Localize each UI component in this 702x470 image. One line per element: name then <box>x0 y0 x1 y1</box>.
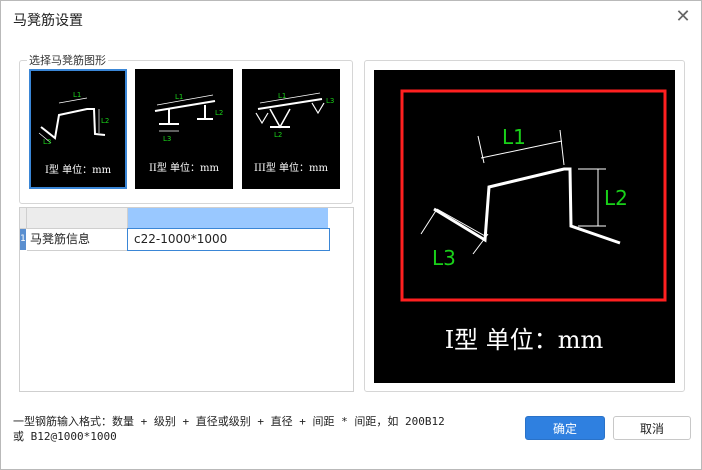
thumb-2-l1-label: L1 <box>175 93 183 101</box>
grid-header-value <box>128 208 328 229</box>
shape-selector-label: 选择马凳筋图形 <box>27 52 108 68</box>
format-hint: 一型钢筋输入格式：数量 + 级别 + 直径或级别 + 直径 + 间距 * 间距，… <box>13 414 493 444</box>
preview-caption: I型 单位：mm <box>445 326 604 354</box>
rebar-info-input[interactable]: c22-1000*1000 <box>127 228 330 251</box>
thumb-1-l1-label: L1 <box>73 91 81 99</box>
thumb-3-l2-label: L2 <box>274 131 282 139</box>
shape-thumb-type-3[interactable]: L1 L2 L3 III型 单位：mm <box>242 69 340 189</box>
shape-thumb-type-2[interactable]: L1 L3 L2 II型 单位：mm <box>135 69 233 189</box>
grid-row-label: 马凳筋信息 <box>27 229 128 251</box>
rebar-shape <box>433 167 621 245</box>
thumb-1-l2-label: L2 <box>101 117 109 125</box>
property-grid: 1 马凳筋信息 c22-1000*1000 <box>19 207 354 392</box>
cancel-button[interactable]: 取消 <box>613 416 691 440</box>
thumb-1-l3-label: L3 <box>43 138 51 146</box>
thumb-2-l3-label: L3 <box>163 135 171 143</box>
preview-canvas: L1 L2 L3 I型 单位：mm <box>374 70 675 383</box>
thumb-2-l2-label: L2 <box>215 109 223 117</box>
settings-dialog: 马凳筋设置 ✕ 选择马凳筋图形 L1 L2 L3 I型 单位：mm L1 L3 <box>0 0 702 470</box>
thumb-2-caption: II型 单位：mm <box>148 163 220 174</box>
thumb-1-caption: I型 单位：mm <box>44 165 112 176</box>
preview-l2-label: L2 <box>604 186 628 210</box>
close-icon[interactable]: ✕ <box>675 8 691 26</box>
preview-l3-label: L3 <box>432 246 456 270</box>
preview-l1-label: L1 <box>502 125 526 149</box>
format-hint-line-1: 一型钢筋输入格式：数量 + 级别 + 直径或级别 + 直径 + 间距 * 间距，… <box>13 415 445 428</box>
dialog-title: 马凳筋设置 <box>13 13 83 29</box>
grid-header-name <box>27 208 128 229</box>
thumb-3-l3-label: L3 <box>326 97 334 105</box>
shape-thumb-type-1[interactable]: L1 L2 L3 I型 单位：mm <box>29 69 127 189</box>
shape-preview-panel: L1 L2 L3 I型 单位：mm <box>364 60 685 392</box>
grid-row-number: 1 <box>20 229 26 250</box>
type-1-preview-drawing: L1 L2 L3 I型 单位：mm <box>400 89 667 354</box>
ok-button[interactable]: 确定 <box>525 416 605 440</box>
thumb-3-caption: III型 单位：mm <box>254 163 328 174</box>
thumb-3-l1-label: L1 <box>278 92 286 100</box>
grid-header-corner <box>20 208 27 229</box>
format-hint-line-2: 或 B12@1000*1000 <box>13 430 117 443</box>
